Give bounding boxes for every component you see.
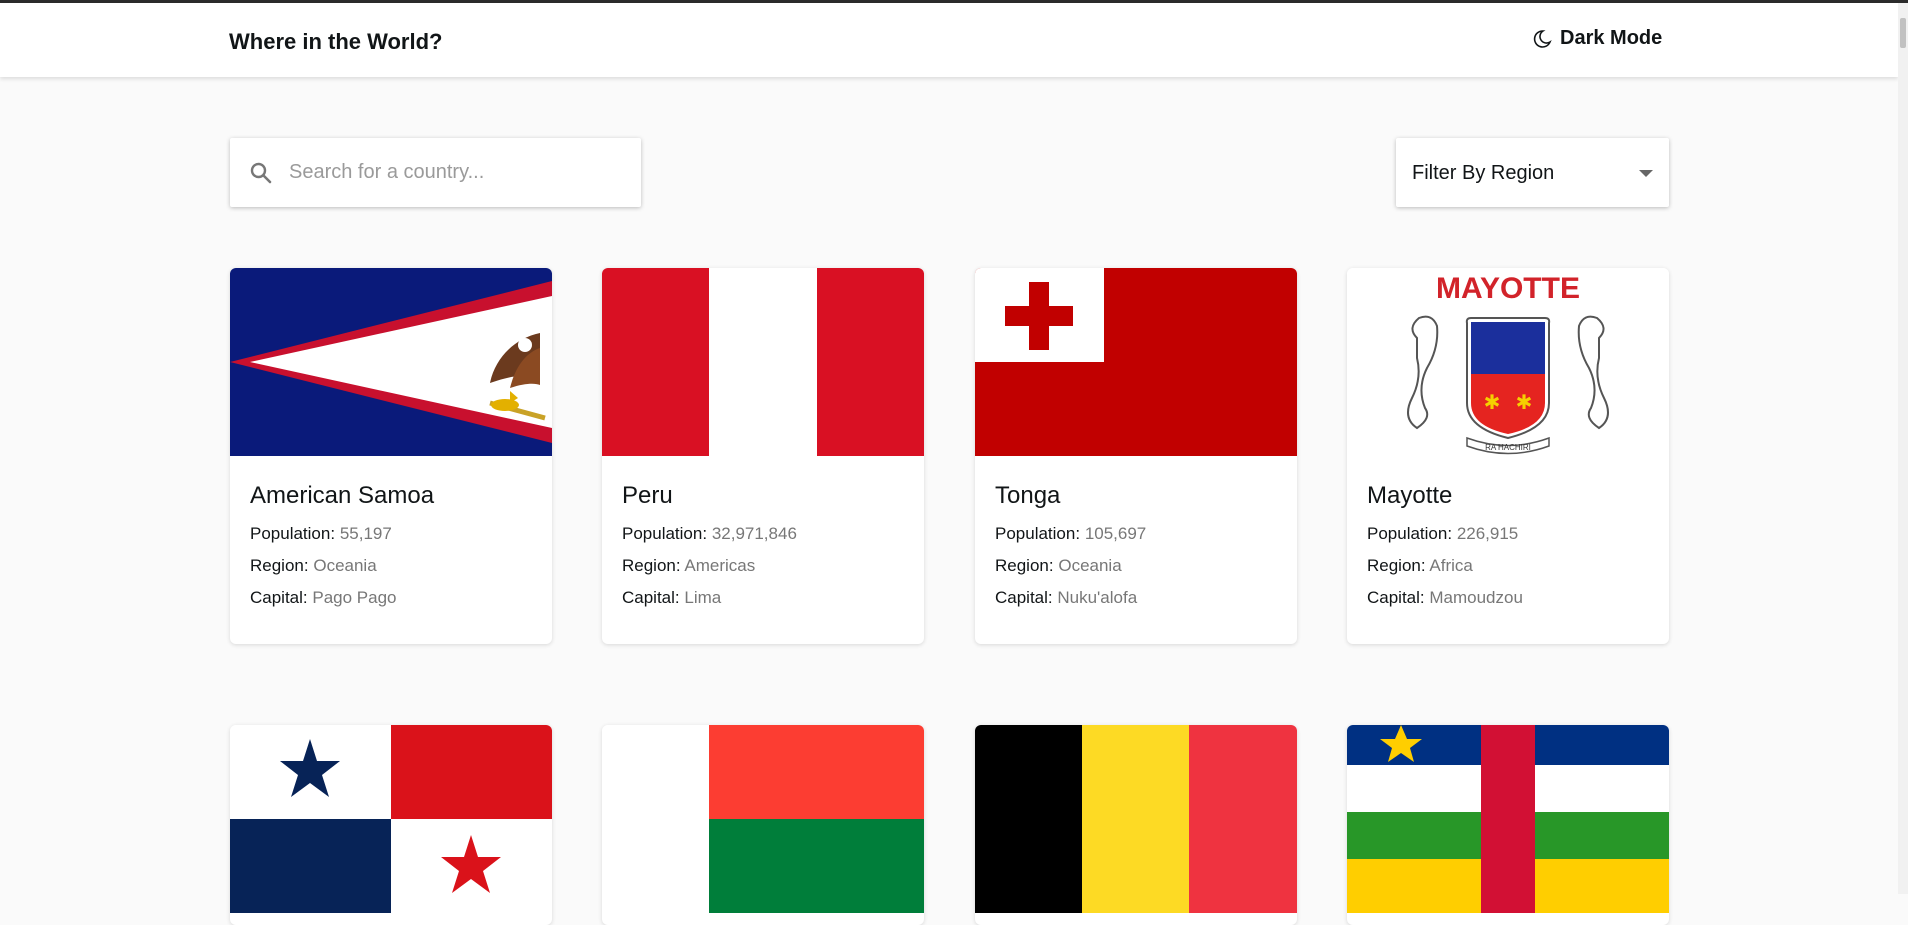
region-stat: Region: Americas [622,556,756,575]
svg-text:MAYOTTE: MAYOTTE [1436,272,1580,305]
dark-mode-toggle[interactable]: Dark Mode [1532,27,1662,50]
population-value: 226,915 [1456,524,1519,543]
svg-text:✱: ✱ [1484,392,1501,414]
svg-text:RA HACHIRI: RA HACHIRI [1485,443,1531,452]
capital-value: Mamoudzou [1429,588,1523,607]
chevron-down-icon [1639,170,1653,177]
moon-icon [1533,29,1552,48]
american-samoa-flag [230,268,552,456]
app-title: Where in the World? [229,29,443,54]
country-card-tonga[interactable]: Tonga Population: 105,697 Region: Oceani… [975,268,1297,644]
region-value: Africa [1429,556,1473,575]
population-stat: Population: 226,915 [1367,524,1519,543]
capital-value: Nuku'alofa [1057,588,1138,607]
population-stat: Population: 105,697 [995,524,1147,543]
dark-mode-label: Dark Mode [1560,27,1663,49]
belgium-flag [975,725,1297,913]
region-filter-dropdown[interactable]: Filter By Region [1396,138,1669,207]
page-scrollbar[interactable] [1898,3,1908,894]
madagascar-flag [602,725,924,913]
country-card-panama[interactable] [230,725,552,925]
capital-value: Pago Pago [312,588,397,607]
app-header: Where in the World? Dark Mode [0,3,1898,77]
population-value: 32,971,846 [711,524,797,543]
country-card-belgium[interactable] [975,725,1297,925]
search-input[interactable] [287,160,611,185]
peru-flag [602,268,924,456]
population-stat: Population: 55,197 [250,524,392,543]
tonga-flag [975,268,1297,456]
region-value: Americas [684,556,756,575]
country-name: Mayotte [1367,482,1453,509]
central-african-republic-flag [1347,725,1669,913]
capital-stat: Capital: Mamoudzou [1367,588,1523,607]
population-value: 105,697 [1084,524,1147,543]
mayotte-flag: MAYOTTE ✱ ✱ RA HACHIRI [1347,268,1669,456]
country-name: American Samoa [250,482,435,509]
search-icon [250,162,272,183]
scrollbar-thumb[interactable] [1900,18,1906,48]
country-card-american-samoa[interactable]: American Samoa Population: 55,197 Region… [230,268,552,644]
panama-flag [230,725,552,913]
capital-stat: Capital: Pago Pago [250,588,397,607]
svg-text:✱: ✱ [1516,392,1533,414]
country-card-mayotte[interactable]: MAYOTTE ✱ ✱ RA HACHIRI Mayotte Populatio… [1347,268,1669,644]
country-card-peru[interactable]: Peru Population: 32,971,846 Region: Amer… [602,268,924,644]
population-value: 55,197 [339,524,392,543]
capital-value: Lima [684,588,722,607]
country-card-central-african-republic[interactable] [1347,725,1669,925]
population-stat: Population: 32,971,846 [622,524,797,543]
region-filter-label: Filter By Region [1412,162,1555,184]
region-value: Oceania [313,556,377,575]
country-name: Tonga [995,482,1061,509]
region-stat: Region: Africa [1367,556,1473,575]
region-stat: Region: Oceania [250,556,377,575]
search-box[interactable] [230,138,641,207]
region-stat: Region: Oceania [995,556,1122,575]
country-card-madagascar[interactable] [602,725,924,925]
capital-stat: Capital: Nuku'alofa [995,588,1138,607]
region-value: Oceania [1058,556,1122,575]
capital-stat: Capital: Lima [622,588,722,607]
country-name: Peru [622,482,673,509]
